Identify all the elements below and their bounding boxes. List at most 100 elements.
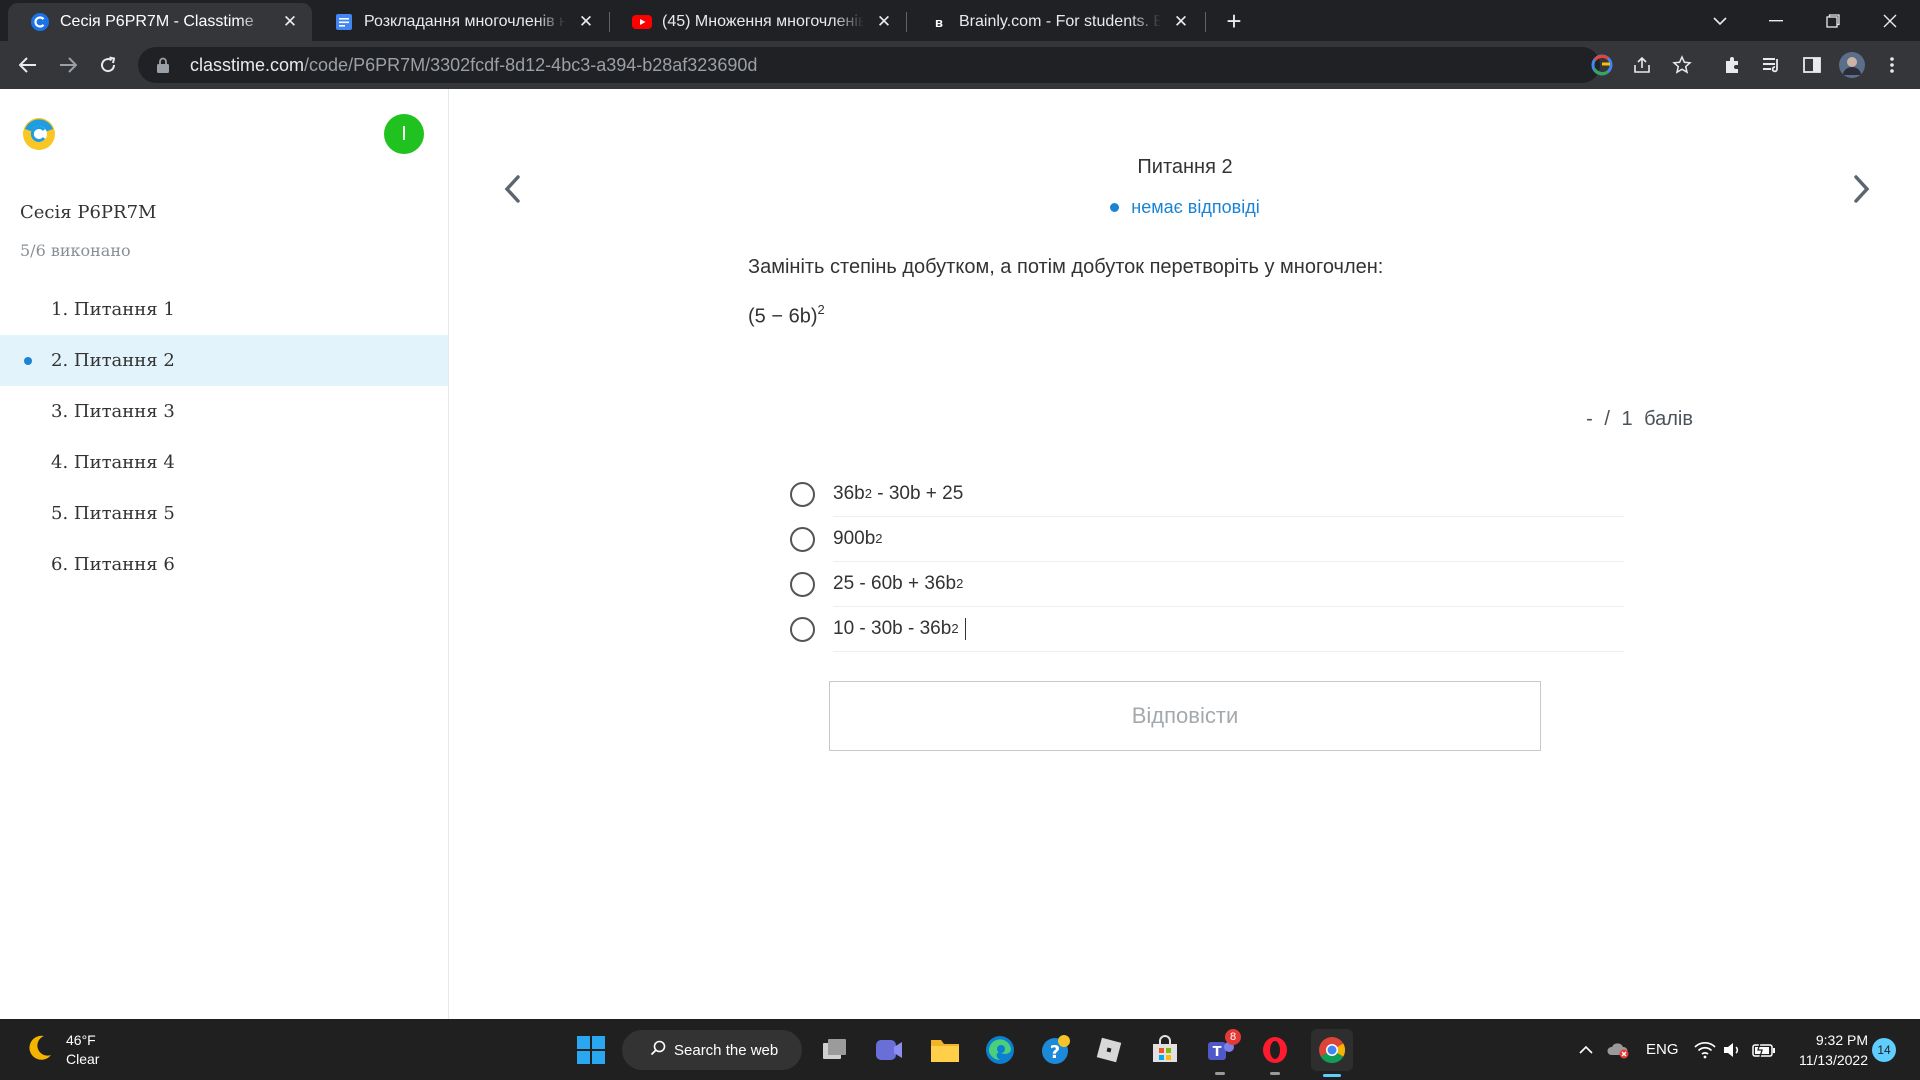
document-icon bbox=[334, 12, 354, 32]
url-host: classtime.com bbox=[190, 54, 305, 75]
active-dot-icon bbox=[24, 357, 32, 365]
battery-charging-icon[interactable] bbox=[1752, 1019, 1776, 1080]
url-path: /code/P6PR7M/3302fcdf-8d12-4bc3-a394-b28… bbox=[304, 54, 758, 75]
share-icon[interactable] bbox=[1626, 49, 1658, 81]
status-dot-icon bbox=[1110, 202, 1120, 212]
close-icon[interactable]: ✕ bbox=[1171, 12, 1191, 32]
windows-taskbar: 46°F Clear Search the web ? T 8 ENG 9:32… bbox=[0, 1019, 1920, 1080]
tab-brainly[interactable]: ʙ Brainly.com - For students. By student… bbox=[907, 3, 1203, 41]
text-cursor bbox=[964, 618, 966, 640]
language-indicator[interactable]: ENG bbox=[1646, 1019, 1679, 1080]
wifi-icon[interactable] bbox=[1694, 1019, 1716, 1080]
option-text: 900b 2 bbox=[833, 517, 1624, 562]
expression-base: (5 − 6b) bbox=[748, 305, 818, 328]
option-exponent: 2 bbox=[875, 530, 883, 546]
answer-option[interactable]: 900b 2 bbox=[790, 517, 1624, 562]
sidebar-item-question-2[interactable]: 2. Питання 2 bbox=[0, 335, 448, 386]
restore-icon[interactable] bbox=[1805, 0, 1861, 41]
microsoft-store-icon[interactable] bbox=[1146, 1031, 1184, 1069]
sidebar-item-question-6[interactable]: 6. Питання 6 bbox=[0, 539, 448, 590]
option-exponent: 2 bbox=[864, 485, 872, 501]
get-help-icon[interactable]: ? bbox=[1037, 1031, 1075, 1069]
roblox-icon[interactable] bbox=[1090, 1031, 1128, 1069]
question-label: 5. Питання 5 bbox=[51, 503, 175, 524]
system-clock[interactable]: 9:32 PM 11/13/2022 bbox=[1790, 1030, 1868, 1070]
weather-desc: Clear bbox=[66, 1051, 100, 1067]
extensions-puzzle-icon[interactable] bbox=[1716, 49, 1748, 81]
svg-text:T: T bbox=[1213, 1045, 1222, 1060]
close-icon[interactable]: ✕ bbox=[576, 12, 596, 32]
back-arrow-icon[interactable] bbox=[12, 49, 44, 81]
address-bar[interactable]: classtime.com/code/P6PR7M/3302fcdf-8d12-… bbox=[138, 47, 1600, 83]
profile-avatar-icon[interactable] bbox=[1836, 49, 1868, 81]
radio-button[interactable] bbox=[790, 482, 815, 507]
windows-start-icon[interactable] bbox=[572, 1031, 610, 1069]
url-text: classtime.com/code/P6PR7M/3302fcdf-8d12-… bbox=[190, 55, 757, 76]
tab-classtime[interactable]: Сесія P6PR7M - Classtime ✕ bbox=[8, 3, 312, 41]
volume-icon[interactable] bbox=[1722, 1019, 1742, 1080]
answer-option[interactable]: 10 - 30b - 36b 2 bbox=[790, 607, 1624, 652]
file-explorer-icon[interactable] bbox=[926, 1031, 964, 1069]
teams-chat-icon[interactable] bbox=[870, 1031, 908, 1069]
tab-separator bbox=[1205, 12, 1206, 32]
option-term: 25 - 60b + 36b bbox=[833, 573, 957, 594]
side-panel-icon[interactable] bbox=[1796, 49, 1828, 81]
close-icon[interactable]: ✕ bbox=[874, 12, 894, 32]
forward-arrow-icon[interactable] bbox=[52, 49, 84, 81]
running-indicator bbox=[1323, 1074, 1341, 1077]
option-text: 25 - 60b + 36b 2 bbox=[833, 562, 1624, 607]
bookmark-star-icon[interactable] bbox=[1666, 49, 1698, 81]
tab-youtube[interactable]: (45) Множення многочленів, 7 клас ✕ bbox=[610, 3, 906, 41]
answer-option[interactable]: 36b 2 - 30b + 25 bbox=[790, 472, 1624, 517]
classtime-logo-icon[interactable] bbox=[22, 117, 56, 151]
reload-icon[interactable] bbox=[92, 49, 124, 81]
sidebar-item-question-4[interactable]: 4. Питання 4 bbox=[0, 437, 448, 488]
window-close-icon[interactable] bbox=[1862, 0, 1918, 41]
avatar[interactable]: I bbox=[384, 114, 424, 154]
radio-button[interactable] bbox=[790, 572, 815, 597]
option-term: - 30b + 25 bbox=[871, 483, 964, 504]
tab-title: Сесія P6PR7M - Classtime bbox=[60, 13, 254, 30]
tab-title: (45) Множення многочленів, 7 клас bbox=[662, 13, 864, 30]
sidebar-item-question-1[interactable]: 1. Питання 1 bbox=[0, 284, 448, 335]
option-term: 900b bbox=[833, 528, 876, 549]
answer-option[interactable]: 25 - 60b + 36b 2 bbox=[790, 562, 1624, 607]
opera-browser-icon[interactable] bbox=[1256, 1031, 1294, 1075]
teams-icon[interactable]: T 8 bbox=[1201, 1029, 1241, 1075]
question-label: 2. Питання 2 bbox=[51, 350, 175, 371]
weather-temp: 46°F bbox=[66, 1032, 96, 1048]
moon-icon bbox=[24, 1033, 54, 1068]
browser-toolbar: classtime.com/code/P6PR7M/3302fcdf-8d12-… bbox=[0, 41, 1920, 89]
notification-count-badge[interactable]: 14 bbox=[1872, 1038, 1896, 1062]
media-queue-icon[interactable] bbox=[1756, 49, 1788, 81]
option-exponent: 2 bbox=[956, 575, 964, 591]
close-icon[interactable]: ✕ bbox=[280, 12, 300, 32]
option-text: 10 - 30b - 36b 2 bbox=[833, 607, 1624, 652]
tab-search-chevron-icon[interactable] bbox=[1692, 0, 1748, 41]
sidebar-item-question-3[interactable]: 3. Питання 3 bbox=[0, 386, 448, 437]
taskbar-search[interactable]: Search the web bbox=[622, 1030, 802, 1070]
brainly-icon: ʙ bbox=[935, 14, 943, 30]
score-label: - / 1 балів bbox=[1586, 408, 1693, 430]
google-lens-icon[interactable] bbox=[1586, 49, 1618, 81]
show-hidden-icons-chevron-icon[interactable] bbox=[1578, 1019, 1594, 1080]
new-tab-button[interactable]: + bbox=[1220, 6, 1248, 36]
minimize-icon[interactable] bbox=[1748, 0, 1804, 41]
radio-button[interactable] bbox=[790, 617, 815, 642]
expression-exponent: 2 bbox=[817, 302, 825, 317]
edge-browser-icon[interactable] bbox=[981, 1031, 1019, 1069]
browser-tab-bar: Сесія P6PR7M - Classtime ✕ Розкладання м… bbox=[0, 0, 1920, 41]
lock-icon bbox=[156, 57, 172, 73]
onedrive-error-icon[interactable] bbox=[1606, 1019, 1630, 1080]
tab-polynomials[interactable]: Розкладання многочленів на множники ✕ bbox=[312, 3, 608, 41]
weather-widget[interactable]: 46°F Clear bbox=[24, 1031, 99, 1069]
task-view-icon[interactable] bbox=[816, 1031, 854, 1069]
radio-button[interactable] bbox=[790, 527, 815, 552]
running-indicator bbox=[1270, 1072, 1280, 1075]
option-exponent: 2 bbox=[951, 620, 959, 636]
submit-answer-button[interactable]: Відповісти bbox=[829, 681, 1541, 751]
question-heading: Питання 2 bbox=[1137, 156, 1233, 178]
sidebar-item-question-5[interactable]: 5. Питання 5 bbox=[0, 488, 448, 539]
chrome-browser-icon[interactable] bbox=[1311, 1029, 1353, 1077]
chrome-menu-icon[interactable] bbox=[1876, 49, 1908, 81]
